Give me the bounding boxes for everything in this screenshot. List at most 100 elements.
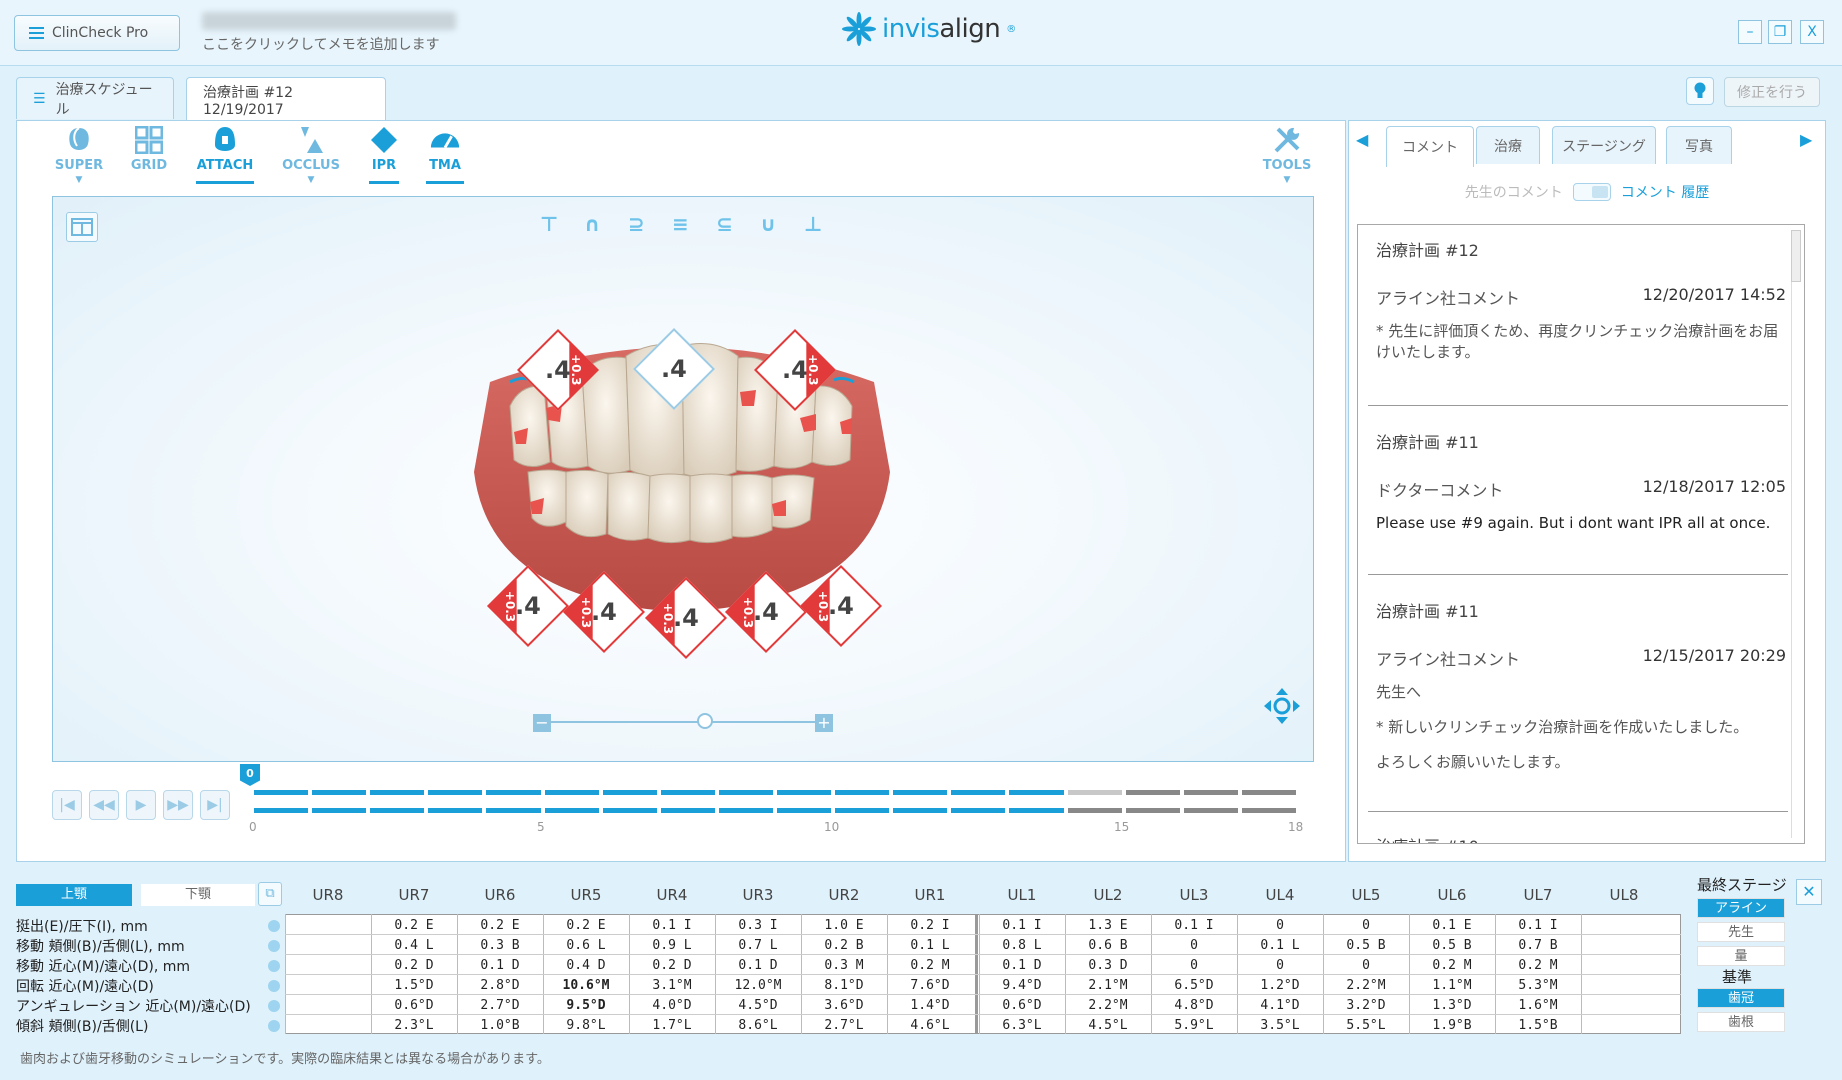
- stage-segment[interactable]: [777, 808, 832, 813]
- first-stage-button[interactable]: |◀: [52, 790, 82, 820]
- stage-segment[interactable]: [428, 808, 483, 813]
- lightbulb-icon[interactable]: [1686, 77, 1714, 105]
- final-stage-aligntech[interactable]: アライン: [1697, 898, 1785, 918]
- basis-root[interactable]: 歯根: [1697, 1012, 1785, 1032]
- stage-segment[interactable]: [1067, 790, 1122, 795]
- split-view-icon[interactable]: [66, 212, 98, 242]
- lower-jaw-button[interactable]: 下顎: [141, 884, 255, 906]
- view-bottom-icon[interactable]: ⊥: [804, 212, 822, 236]
- next-stage-button[interactable]: ▶▶: [163, 790, 193, 820]
- stage-segment[interactable]: [254, 790, 309, 795]
- zoom-out-button[interactable]: −: [533, 714, 551, 732]
- view-upper-icon[interactable]: ∩: [584, 212, 600, 236]
- prev-stage-button[interactable]: ◀◀: [89, 790, 119, 820]
- stage-segment[interactable]: [1125, 808, 1180, 813]
- stage-segment[interactable]: [1009, 808, 1064, 813]
- stage-segment[interactable]: [835, 808, 890, 813]
- stage-segment[interactable]: [893, 808, 948, 813]
- toolbar-label: OCCLUS: [282, 158, 340, 173]
- stage-segment[interactable]: [602, 790, 657, 795]
- toolbar-occlus[interactable]: OCCLUS ▼: [276, 124, 346, 196]
- chevron-down-icon: ▼: [75, 175, 83, 185]
- toolbar-grid[interactable]: GRID: [114, 124, 184, 196]
- comment-toggle-row: 先生のコメント コメント 履歴: [1348, 180, 1826, 204]
- stage-segment[interactable]: [486, 808, 541, 813]
- minimize-button[interactable]: –: [1738, 20, 1762, 44]
- stage-segment[interactable]: [951, 808, 1006, 813]
- stage-segment[interactable]: [660, 790, 715, 795]
- table-cell: 0.3 M: [824, 958, 864, 973]
- view-right-icon[interactable]: ⊇: [628, 212, 645, 236]
- stage-segment[interactable]: [718, 790, 773, 795]
- stage-segment[interactable]: [718, 808, 773, 813]
- tab-photos[interactable]: 写真: [1666, 126, 1732, 164]
- upper-jaw-button[interactable]: 上顎: [16, 884, 132, 906]
- stage-segment[interactable]: [370, 790, 425, 795]
- patient-name-redacted: [202, 12, 456, 30]
- stage-segment[interactable]: [544, 790, 599, 795]
- stage-segment[interactable]: [486, 790, 541, 795]
- comment-view-toggle[interactable]: [1572, 183, 1611, 201]
- tab-scroll-right-icon[interactable]: ▶: [1800, 130, 1812, 149]
- ipr-extra-value: +0.3: [579, 596, 594, 629]
- stage-segment[interactable]: [1183, 790, 1238, 795]
- zoom-slider-track[interactable]: [546, 721, 822, 723]
- final-stage-amount[interactable]: 量: [1697, 946, 1785, 966]
- last-stage-button[interactable]: ▶|: [200, 790, 230, 820]
- comment-scrollbar-thumb[interactable]: [1791, 230, 1801, 282]
- stage-segment[interactable]: [602, 808, 657, 813]
- basis-crown[interactable]: 歯冠: [1697, 988, 1785, 1008]
- stage-segment[interactable]: [835, 790, 890, 795]
- stage-segment[interactable]: [1125, 790, 1180, 795]
- toolbar-super[interactable]: SUPER ▼: [44, 124, 114, 196]
- tab-staging[interactable]: ステージング: [1552, 126, 1656, 164]
- table-cell: [285, 976, 371, 996]
- stage-segment[interactable]: [428, 790, 483, 795]
- tab-scroll-left-icon[interactable]: ◀: [1356, 130, 1368, 149]
- stage-segment[interactable]: [544, 808, 599, 813]
- view-left-icon[interactable]: ⊆: [716, 212, 733, 236]
- ipr-extra-value: +0.3: [816, 590, 831, 623]
- zoom-in-button[interactable]: +: [815, 714, 833, 732]
- tab-comments[interactable]: コメント: [1386, 126, 1474, 167]
- stage-segment[interactable]: [1241, 808, 1296, 813]
- table-cell: 0.5 B: [1432, 938, 1472, 953]
- view-front-icon[interactable]: ≡: [672, 212, 689, 236]
- copy-icon[interactable]: ⧉: [258, 882, 282, 906]
- zoom-slider-handle[interactable]: [697, 713, 713, 729]
- stage-segment[interactable]: [1009, 790, 1064, 795]
- toolbar-attach[interactable]: ATTACH: [190, 124, 260, 196]
- stage-segment[interactable]: [1241, 790, 1296, 795]
- stage-segment[interactable]: [777, 790, 832, 795]
- view-top-icon[interactable]: ⊤: [540, 212, 558, 236]
- restore-button[interactable]: ❐: [1768, 20, 1792, 44]
- stage-segment[interactable]: [370, 808, 425, 813]
- play-button[interactable]: ▶: [126, 790, 156, 820]
- stage-segment[interactable]: [312, 790, 367, 795]
- tab-treatment[interactable]: 治療: [1476, 126, 1540, 164]
- memo-link[interactable]: ここをクリックしてメモを追加します: [202, 34, 440, 54]
- close-table-button[interactable]: ✕: [1796, 879, 1822, 905]
- view-lower-icon[interactable]: ∪: [760, 212, 776, 236]
- stage-segment[interactable]: [951, 790, 1006, 795]
- close-button[interactable]: X: [1800, 20, 1824, 44]
- stage-segment[interactable]: [254, 808, 309, 813]
- stage-segment[interactable]: [312, 808, 367, 813]
- toolbar-ipr[interactable]: IPR: [349, 124, 419, 196]
- tab-treatment-schedule[interactable]: ☰ 治療スケジュール: [16, 77, 174, 119]
- toolbar-tools[interactable]: TOOLS ▼: [1252, 124, 1322, 196]
- comment-list[interactable]: 治療計画 #12 アライン社コメント 12/20/2017 14:52 * 先生に…: [1357, 224, 1805, 844]
- final-stage-doctor[interactable]: 先生: [1697, 922, 1785, 942]
- toolbar-tma[interactable]: TMA: [410, 124, 480, 196]
- comment-scrollbar[interactable]: [1791, 230, 1801, 838]
- comment-date: 12/15/2017 20:29: [1642, 646, 1786, 665]
- app-menu-button[interactable]: ClinCheck Pro: [14, 15, 180, 51]
- navigation-pad-icon[interactable]: [1262, 686, 1302, 726]
- tab-treatment-plan[interactable]: 治療計画 #12 12/19/2017: [186, 77, 386, 122]
- stage-segment[interactable]: [660, 808, 715, 813]
- stage-segment[interactable]: [1067, 808, 1122, 813]
- modify-button[interactable]: 修正を行う: [1724, 77, 1820, 107]
- stage-timeline[interactable]: [252, 790, 1298, 830]
- stage-segment[interactable]: [1183, 808, 1238, 813]
- stage-segment[interactable]: [893, 790, 948, 795]
